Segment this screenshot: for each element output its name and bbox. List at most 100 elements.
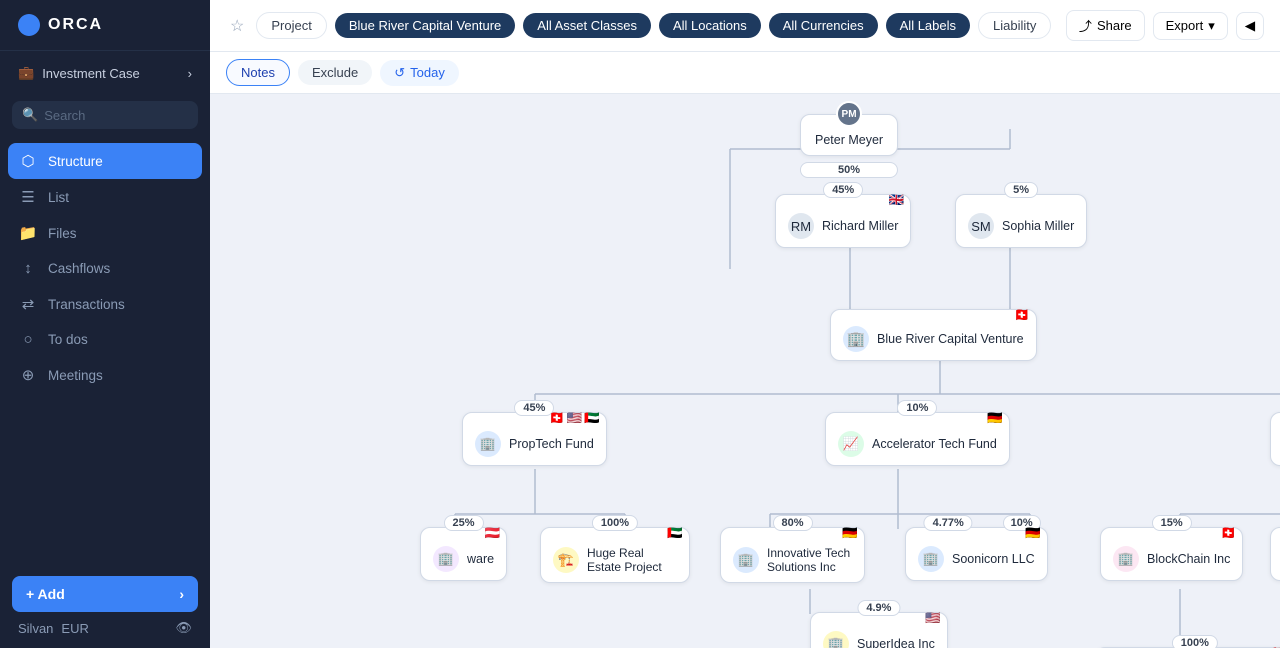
exclude-button[interactable]: Exclude	[298, 60, 372, 85]
fintech-node[interactable]: 80% 📈 Fintech Fund 🇳🇱	[1270, 412, 1280, 466]
list-icon: ☰	[18, 188, 38, 206]
collapse-button[interactable]: ◀	[1236, 12, 1264, 40]
exclude-label: Exclude	[312, 65, 358, 80]
blockchain-inc-pct: 15%	[1152, 515, 1192, 531]
peter-meyer-node[interactable]: PM Peter Meyer 50%	[800, 114, 898, 172]
blue-river-filter-label: Blue River Capital Venture	[349, 18, 501, 33]
org-chart-canvas[interactable]: PM Peter Meyer 50% 45% RM Richard Miller…	[210, 94, 1280, 648]
star-icon[interactable]: ☆	[226, 12, 248, 40]
currencies-filter-label: All Currencies	[783, 18, 864, 33]
peter-meyer-pct: 50%	[800, 162, 898, 178]
sidebar-bottom: + Add › Silvan EUR 👁	[0, 564, 210, 648]
canvas-inner: PM Peter Meyer 50% 45% RM Richard Miller…	[210, 94, 1280, 648]
richard-miller-node[interactable]: 45% RM Richard Miller 🇬🇧	[775, 194, 911, 248]
notes-label: Notes	[241, 65, 275, 80]
today-icon: ↺	[394, 65, 405, 81]
sidebar-item-structure[interactable]: ⬡ Structure	[8, 143, 202, 179]
accelerator-node[interactable]: 10% 📈 Accelerator Tech Fund 🇩🇪	[825, 412, 1010, 466]
innovative-tech-pct: 80%	[772, 515, 812, 531]
blockchain-inc-node[interactable]: 15% 🏢 BlockChain Inc 🇨🇭	[1100, 527, 1243, 581]
superidea-pct: 4.9%	[857, 600, 900, 616]
user-name: Silvan	[18, 621, 53, 636]
soonicorn-icon: 🏢	[918, 546, 944, 572]
sidebar-item-list[interactable]: ☰ List	[0, 179, 210, 215]
blue-river-name: Blue River Capital Venture	[877, 332, 1024, 346]
main-area: ☆ Project Blue River Capital Venture All…	[210, 0, 1280, 648]
liability-filter-label: Liability	[993, 18, 1036, 33]
locations-filter-label: All Locations	[673, 18, 747, 33]
sophia-miller-name: Sophia Miller	[1002, 219, 1074, 233]
superidea-flags: 🇺🇸	[925, 611, 941, 626]
export-button[interactable]: Export ▾	[1153, 12, 1228, 40]
currencies-filter-button[interactable]: All Currencies	[769, 13, 878, 38]
huge-real-estate-icon: 🏗️	[553, 547, 579, 573]
today-button[interactable]: ↺ Today	[380, 60, 459, 86]
soonicorn-name: Soonicorn LLC	[952, 552, 1035, 566]
huge-real-estate-pct: 100%	[592, 515, 638, 531]
blockchain-canada-pct: 100%	[1172, 635, 1218, 648]
user-row: Silvan EUR 👁	[12, 612, 198, 636]
share-label: Share	[1097, 18, 1132, 33]
sidebar-item-files[interactable]: 📁 Files	[0, 215, 210, 251]
locations-filter-button[interactable]: All Locations	[659, 13, 761, 38]
search-input[interactable]	[44, 108, 188, 123]
user-currency: EUR	[61, 621, 88, 636]
de-flag2: 🇩🇪	[842, 526, 858, 541]
notes-button[interactable]: Notes	[226, 59, 290, 86]
richard-miller-icon: RM	[788, 213, 814, 239]
sophia-miller-icon: SM	[968, 213, 994, 239]
export-label: Export	[1166, 18, 1204, 33]
asset-class-filter-button[interactable]: All Asset Classes	[523, 13, 651, 38]
superidea-icon: 🏢	[823, 631, 849, 648]
project-filter-button[interactable]: Project	[256, 12, 326, 39]
labels-filter-label: All Labels	[900, 18, 956, 33]
us-flag2: 🇺🇸	[925, 611, 941, 626]
today-label: Today	[410, 65, 445, 80]
proptech-node[interactable]: 45% 🏢 PropTech Fund 🇨🇭 🇺🇸 🇦🇪	[462, 412, 607, 466]
blue-river-filter-button[interactable]: Blue River Capital Venture	[335, 13, 515, 38]
search-icon: 🔍	[22, 107, 38, 123]
superidea-node[interactable]: 4.9% 🏢 SuperIdea Inc 🇺🇸	[810, 612, 948, 648]
innovative-tech-icon: 🏢	[733, 547, 759, 573]
proptech-name: PropTech Fund	[509, 437, 594, 451]
soonicorn-node[interactable]: 4.77% 10% 🏢 Soonicorn LLC 🇩🇪	[905, 527, 1048, 581]
investment-case-header[interactable]: 💼 Investment Case ›	[18, 59, 192, 87]
add-button[interactable]: + Add ›	[12, 576, 198, 612]
accelerator-pct: 10%	[897, 400, 937, 416]
labels-filter-button[interactable]: All Labels	[886, 13, 970, 38]
blue-river-node[interactable]: 🏢 Blue River Capital Venture 🇨🇭	[830, 309, 1037, 361]
project-filter-label: Project	[271, 18, 311, 33]
richard-miller-pct: 45%	[823, 182, 863, 198]
sophia-miller-pct: 5%	[1004, 182, 1038, 198]
innovative-tech-node[interactable]: 80% 🏢 Innovative Tech Solutions Inc 🇩🇪	[720, 527, 865, 583]
investment-case-label: 💼 Investment Case	[18, 65, 140, 81]
superidea-name: SuperIdea Inc	[857, 637, 935, 648]
accelerator-name: Accelerator Tech Fund	[872, 437, 997, 451]
ware-pct: 25%	[444, 515, 484, 531]
us-flag: 🇺🇸	[567, 411, 583, 426]
sidebar-item-label: List	[48, 190, 69, 205]
investment-case-section: 💼 Investment Case ›	[0, 51, 210, 95]
search-box[interactable]: 🔍	[12, 101, 198, 129]
huge-real-estate-node[interactable]: 100% 🏗️ Huge Real Estate Project 🇦🇪	[540, 527, 690, 583]
peter-meyer-name: Peter Meyer	[815, 133, 883, 147]
richard-miller-flags: 🇬🇧	[889, 193, 905, 208]
sidebar-item-label: Cashflows	[48, 261, 110, 276]
ware-node[interactable]: 25% 🏢 ware 🇦🇹	[420, 527, 507, 581]
asset-class-filter-label: All Asset Classes	[537, 18, 637, 33]
share-button[interactable]: ⤴ Share	[1066, 10, 1145, 41]
sophia-miller-node[interactable]: 5% SM Sophia Miller	[955, 194, 1087, 248]
liability-filter-button[interactable]: Liability	[978, 12, 1051, 39]
eye-icon[interactable]: 👁	[175, 620, 192, 636]
subbar: Notes Exclude ↺ Today	[210, 52, 1280, 94]
sidebar-item-transactions[interactable]: ⇄ Transactions	[0, 286, 210, 322]
defi-node[interactable]: 32% 🏢 DeFi 2.0 Inc 🇨🇭	[1270, 527, 1280, 581]
sidebar-item-label: To dos	[48, 332, 88, 347]
sidebar-item-cashflows[interactable]: ↕ Cashflows	[0, 251, 210, 286]
proptech-flags: 🇨🇭 🇺🇸 🇦🇪	[549, 411, 600, 426]
proptech-icon: 🏢	[475, 431, 501, 457]
sidebar-item-todos[interactable]: ○ To dos	[0, 322, 210, 357]
sidebar: ORCA 💼 Investment Case › 🔍 ⬡ Structure ☰…	[0, 0, 210, 648]
sidebar-item-label: Files	[48, 226, 77, 241]
sidebar-item-meetings[interactable]: ⊕ Meetings	[0, 357, 210, 393]
